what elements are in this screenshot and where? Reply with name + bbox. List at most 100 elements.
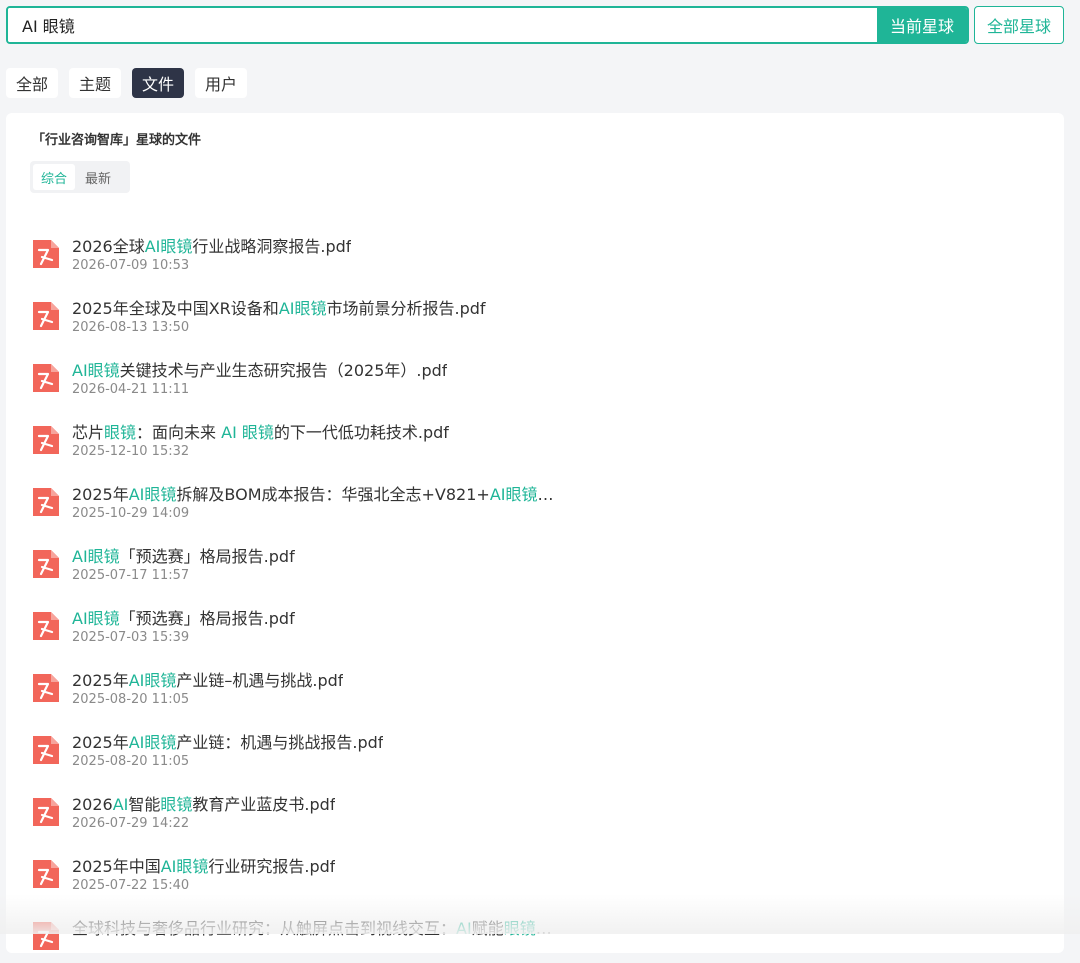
file-name-text: 2025年中国 [72,857,161,876]
file-date: 2026-07-29 14:22 [72,816,189,831]
search-input[interactable] [8,8,877,42]
file-item[interactable]: 全球科技与奢侈品行业研究：从触屏点击到视线交互：AI赋能眼镜… [30,913,1030,963]
file-date: 2025-10-29 14:09 [72,506,189,521]
file-name-highlight: AI眼镜 [72,361,120,380]
file-name-text: 教育产业蓝皮书.pdf [192,795,335,814]
search-all-planets-button[interactable]: 全部星球 [974,6,1064,44]
file-name-text: 2025年全球及中国XR设备和 [72,299,279,318]
file-date: 2025-12-10 15:32 [72,444,189,459]
file-name-text: 全球科技与奢侈品行业研究：从触屏点击到视线交互： [72,919,456,938]
file-date: 2025-07-22 15:40 [72,878,189,893]
pdf-file-icon [30,858,60,890]
file-item[interactable]: 2026AI智能眼镜教育产业蓝皮书.pdf2026-07-29 14:22 [30,789,1030,839]
file-name-highlight: 眼镜 [104,423,136,442]
pdf-file-icon [30,424,60,456]
file-name[interactable]: 芯片眼镜：面向未来 AI 眼镜的下一代低功耗技术.pdf [72,419,449,443]
file-date: 2025-08-20 11:05 [72,754,189,769]
tab-all[interactable]: 全部 [6,68,58,98]
file-name-text: … [537,485,553,504]
file-name-text: 2026 [72,795,113,814]
file-name-text: 2025年 [72,733,129,752]
search-current-planet-button[interactable]: 当前星球 [877,8,967,42]
tab-users[interactable]: 用户 [195,68,247,98]
pdf-file-icon [30,796,60,828]
file-name-text: 行业战略洞察报告.pdf [192,237,351,256]
file-name-highlight: AI眼镜 [279,299,327,318]
file-item[interactable]: 2025年全球及中国XR设备和AI眼镜市场前景分析报告.pdf2026-08-1… [30,293,1030,343]
file-name-text: 赋能 [472,919,504,938]
search-box: 当前星球 [6,6,969,44]
file-item[interactable]: 2025年中国AI眼镜行业研究报告.pdf2025-07-22 15:40 [30,851,1030,901]
file-date: 2025-07-03 15:39 [72,630,189,645]
panel-title: 「行业咨询智库」星球的文件 [32,129,201,148]
file-item[interactable]: 芯片眼镜：面向未来 AI 眼镜的下一代低功耗技术.pdf2025-12-10 1… [30,417,1030,467]
search-bar: 当前星球 全部星球 [6,6,1064,44]
file-name-text: 关键技术与产业生态研究报告（2025年）.pdf [120,361,448,380]
file-name[interactable]: 全球科技与奢侈品行业研究：从触屏点击到视线交互：AI赋能眼镜… [72,915,552,939]
tab-files[interactable]: 文件 [132,68,184,98]
file-name-highlight: AI眼镜 [129,485,177,504]
file-name-highlight: AI [456,919,472,938]
file-item[interactable]: 2026全球AI眼镜行业战略洞察报告.pdf2026-07-09 10:53 [30,231,1030,281]
file-name[interactable]: 2026全球AI眼镜行业战略洞察报告.pdf [72,233,351,257]
file-name-text: 产业链：机遇与挑战报告.pdf [176,733,383,752]
file-name-text: 2025年 [72,671,129,690]
pdf-file-icon [30,300,60,332]
pdf-file-icon [30,548,60,580]
file-name[interactable]: AI眼镜「预选赛」格局报告.pdf [72,543,295,567]
file-date: 2026-07-09 10:53 [72,258,189,273]
file-name-text: ：面向未来 [136,423,221,442]
file-name[interactable]: 2025年全球及中国XR设备和AI眼镜市场前景分析报告.pdf [72,295,486,319]
file-date: 2026-04-21 11:11 [72,382,189,397]
file-name-highlight: 眼镜 [504,919,536,938]
pdf-file-icon [30,610,60,642]
file-name-text: 「预选赛」格局报告.pdf [120,609,295,628]
pdf-file-icon [30,734,60,766]
file-item[interactable]: AI眼镜关键技术与产业生态研究报告（2025年）.pdf2026-04-21 1… [30,355,1030,405]
sort-toggle: 综合 最新 [30,161,130,193]
pdf-file-icon [30,920,60,952]
pdf-file-icon [30,362,60,394]
file-name[interactable]: 2025年中国AI眼镜行业研究报告.pdf [72,853,335,877]
file-name-highlight: AI眼镜 [72,609,120,628]
file-name-text: 的下一代低功耗技术.pdf [274,423,449,442]
file-name-highlight: AI [113,795,129,814]
tab-topics[interactable]: 主题 [69,68,121,98]
file-name-text: 智能 [128,795,160,814]
file-name-text: 拆解及BOM成本报告：华强北全志+V821+ [176,485,489,504]
file-name[interactable]: AI眼镜「预选赛」格局报告.pdf [72,605,295,629]
file-name[interactable]: 2025年AI眼镜产业链–机遇与挑战.pdf [72,667,343,691]
file-date: 2025-08-20 11:05 [72,692,189,707]
file-name-text: 「预选赛」格局报告.pdf [120,547,295,566]
file-name-text: 2025年 [72,485,129,504]
file-name[interactable]: 2025年AI眼镜产业链：机遇与挑战报告.pdf [72,729,383,753]
sort-comprehensive-button[interactable]: 综合 [33,164,75,190]
file-name-text: 产业链–机遇与挑战.pdf [176,671,343,690]
sort-latest-button[interactable]: 最新 [77,164,119,190]
file-date: 2025-07-17 11:57 [72,568,189,583]
pdf-file-icon [30,486,60,518]
file-name-highlight: AI眼镜 [145,237,193,256]
file-name-text: 市场前景分析报告.pdf [326,299,485,318]
file-name[interactable]: 2026AI智能眼镜教育产业蓝皮书.pdf [72,791,335,815]
file-date: 2026-08-13 13:50 [72,320,189,335]
file-item[interactable]: 2025年AI眼镜产业链–机遇与挑战.pdf2025-08-20 11:05 [30,665,1030,715]
file-name-text: 芯片 [72,423,104,442]
file-name-highlight: 眼镜 [160,795,192,814]
file-name-text: … [536,919,552,938]
file-item[interactable]: AI眼镜「预选赛」格局报告.pdf2025-07-17 11:57 [30,541,1030,591]
file-name-highlight: AI眼镜 [129,733,177,752]
file-item[interactable]: AI眼镜「预选赛」格局报告.pdf2025-07-03 15:39 [30,603,1030,653]
file-name[interactable]: AI眼镜关键技术与产业生态研究报告（2025年）.pdf [72,357,447,381]
file-item[interactable]: 2025年AI眼镜产业链：机遇与挑战报告.pdf2025-08-20 11:05 [30,727,1030,777]
file-item[interactable]: 2025年AI眼镜拆解及BOM成本报告：华强北全志+V821+AI眼镜…2025… [30,479,1030,529]
file-name-text: 2026全球 [72,237,145,256]
results-panel: 「行业咨询智库」星球的文件 综合 最新 2026全球AI眼镜行业战略洞察报告.p… [6,113,1064,953]
pdf-file-icon [30,238,60,270]
file-name-highlight: AI 眼镜 [221,423,274,442]
result-type-tabs: 全部 主题 文件 用户 [6,68,247,98]
file-name-highlight: AI眼镜 [490,485,538,504]
file-name[interactable]: 2025年AI眼镜拆解及BOM成本报告：华强北全志+V821+AI眼镜… [72,481,553,505]
file-name-highlight: AI眼镜 [161,857,209,876]
file-name-text: 行业研究报告.pdf [208,857,335,876]
